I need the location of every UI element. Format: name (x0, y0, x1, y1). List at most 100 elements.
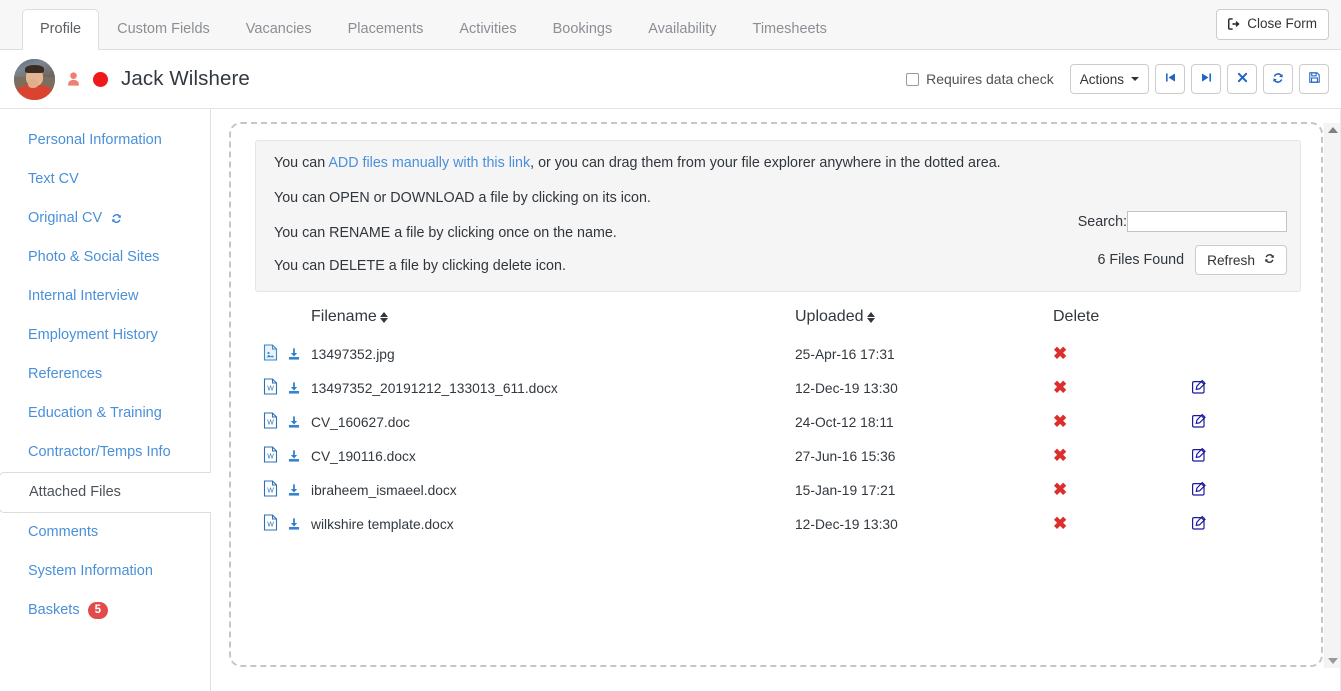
image-file-icon[interactable] (263, 344, 278, 364)
file-uploaded-cell: 25-Apr-16 17:31 (795, 337, 1053, 371)
scroll-up-arrow-icon[interactable] (1328, 127, 1338, 133)
refresh-record-button[interactable] (1263, 64, 1293, 94)
header-filename-label: Filename (311, 308, 377, 326)
file-dropzone[interactable]: You can ADD files manually with this lin… (229, 122, 1323, 667)
sidebar-item-label: Employment History (28, 327, 158, 344)
tab-availability[interactable]: Availability (630, 9, 734, 50)
download-icon[interactable] (287, 381, 301, 395)
instruction-line-add: You can ADD files manually with this lin… (274, 154, 1282, 172)
download-icon[interactable] (287, 483, 301, 497)
header-uploaded[interactable]: Uploaded (795, 302, 1053, 337)
file-name-cell[interactable]: CV_190116.docx (311, 439, 795, 473)
sidebar-item-photo-social-sites[interactable]: Photo & Social Sites (0, 238, 210, 277)
delete-x-icon[interactable]: ✖ (1053, 381, 1067, 395)
refresh-icon (1271, 71, 1285, 88)
first-record-button[interactable] (1155, 64, 1185, 94)
header-icons (255, 302, 311, 337)
download-icon[interactable] (287, 517, 301, 531)
tab-activities[interactable]: Activities (441, 9, 534, 50)
tab-profile[interactable]: Profile (22, 9, 99, 50)
delete-x-icon[interactable]: ✖ (1053, 347, 1067, 361)
svg-text:W: W (267, 522, 274, 529)
status-badge (93, 72, 108, 87)
word-file-icon[interactable]: W (263, 480, 278, 500)
actions-label: Actions (1080, 72, 1124, 87)
word-file-icon[interactable]: W (263, 446, 278, 466)
file-name-cell[interactable]: ibraheem_ismaeel.docx (311, 473, 795, 507)
table-row: W ibraheem_ismaeel.docx (255, 473, 1301, 507)
file-name-cell[interactable]: 13497352_20191212_133013_611.docx (311, 371, 795, 405)
vertical-scrollbar[interactable] (1324, 123, 1341, 668)
sidebar-item-contractor-temps-info[interactable]: Contractor/Temps Info (0, 433, 210, 472)
header-filename[interactable]: Filename (311, 302, 795, 337)
header-delete-label: Delete (1053, 308, 1099, 325)
sidebar-item-comments[interactable]: Comments (0, 513, 210, 552)
last-record-button[interactable] (1191, 64, 1221, 94)
tab-placements[interactable]: Placements (330, 9, 442, 50)
attached-files-table: Filename Uploaded Delete (255, 302, 1301, 541)
person-icon (65, 71, 82, 88)
file-name-cell[interactable]: wilkshire template.docx (311, 507, 795, 541)
sort-arrows-icon[interactable] (380, 312, 388, 323)
sidebar-item-attached-files[interactable]: Attached Files (0, 472, 210, 513)
sidebar-item-baskets[interactable]: Baskets 5 (0, 591, 210, 630)
delete-x-icon[interactable]: ✖ (1053, 449, 1067, 463)
sidebar-item-internal-interview[interactable]: Internal Interview (0, 277, 210, 316)
sidebar-item-label: Education & Training (28, 405, 162, 422)
requires-data-check-toggle[interactable]: Requires data check (906, 71, 1054, 87)
save-record-button[interactable] (1299, 64, 1329, 94)
refresh-files-label: Refresh (1207, 253, 1255, 268)
download-icon[interactable] (287, 449, 301, 463)
avatar[interactable] (14, 59, 55, 100)
file-name-cell[interactable]: CV_160627.doc (311, 405, 795, 439)
file-uploaded-cell: 27-Jun-16 15:36 (795, 439, 1053, 473)
tab-custom-fields[interactable]: Custom Fields (99, 9, 228, 50)
delete-x-icon[interactable]: ✖ (1053, 517, 1067, 531)
sidebar-item-label: Contractor/Temps Info (28, 444, 171, 461)
refresh-files-button[interactable]: Refresh (1195, 245, 1287, 275)
sort-arrows-icon[interactable] (867, 312, 875, 323)
sidebar-item-system-information[interactable]: System Information (0, 552, 210, 591)
file-uploaded-cell: 24-Oct-12 18:11 (795, 405, 1053, 439)
instructions-panel: You can ADD files manually with this lin… (255, 140, 1301, 292)
tab-vacancies[interactable]: Vacancies (228, 9, 330, 50)
edit-icon[interactable] (1191, 447, 1207, 463)
tab-timesheets[interactable]: Timesheets (735, 9, 845, 50)
word-file-icon[interactable]: W (263, 514, 278, 534)
scroll-down-arrow-icon[interactable] (1328, 658, 1338, 664)
file-name-cell[interactable]: 13497352.jpg (311, 337, 795, 371)
person-header: Jack Wilshere Requires data check Action… (0, 50, 1341, 109)
sidebar-item-text-cv[interactable]: Text CV (0, 160, 210, 199)
word-file-icon[interactable]: W (263, 378, 278, 398)
close-form-button[interactable]: Close Form (1216, 9, 1329, 40)
add-files-link[interactable]: ADD files manually with this link (328, 155, 530, 171)
delete-x-icon[interactable]: ✖ (1053, 483, 1067, 497)
sidebar-item-label: Text CV (28, 171, 79, 188)
refresh-icon[interactable] (110, 212, 123, 225)
instruction-line-open: You can OPEN or DOWNLOAD a file by click… (274, 189, 1282, 207)
tab-bookings[interactable]: Bookings (535, 9, 631, 50)
edit-icon[interactable] (1191, 379, 1207, 395)
download-icon[interactable] (287, 415, 301, 429)
actions-dropdown-button[interactable]: Actions (1070, 64, 1149, 94)
file-uploaded-cell: 12-Dec-19 13:30 (795, 507, 1053, 541)
edit-icon[interactable] (1191, 515, 1207, 531)
requires-data-check-checkbox[interactable] (906, 73, 919, 86)
baskets-count-badge: 5 (88, 602, 108, 619)
sidebar-item-employment-history[interactable]: Employment History (0, 316, 210, 355)
table-row: W CV_160627.doc 24- (255, 405, 1301, 439)
sidebar-item-references[interactable]: References (0, 355, 210, 394)
delete-x-icon[interactable]: ✖ (1053, 415, 1067, 429)
sidebar-item-original-cv[interactable]: Original CV (0, 199, 210, 238)
edit-icon[interactable] (1191, 413, 1207, 429)
sidebar-item-education-training[interactable]: Education & Training (0, 394, 210, 433)
close-icon (1236, 71, 1249, 87)
edit-icon[interactable] (1191, 481, 1207, 497)
sidebar-item-personal-information[interactable]: Personal Information (0, 121, 210, 160)
download-icon[interactable] (287, 347, 301, 361)
sign-out-icon (1227, 17, 1241, 31)
search-input[interactable] (1127, 211, 1287, 232)
close-record-button[interactable] (1227, 64, 1257, 94)
word-file-icon[interactable]: W (263, 412, 278, 432)
sidebar-item-label: Internal Interview (28, 288, 138, 305)
